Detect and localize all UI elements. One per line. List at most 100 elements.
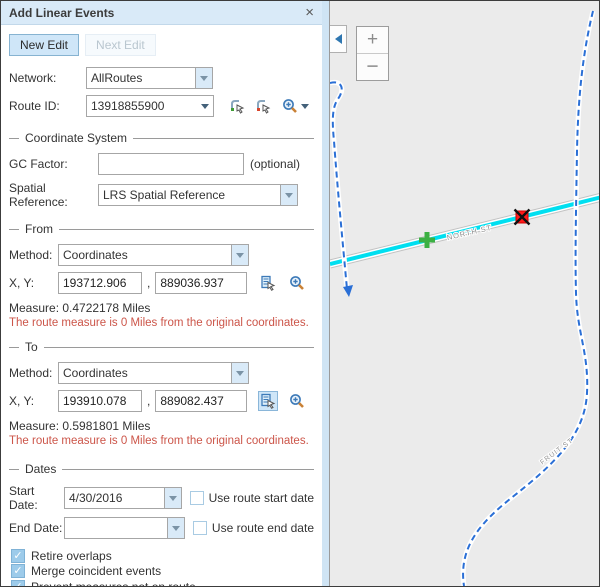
route-id-label: Route ID:: [9, 99, 86, 113]
to-method-select[interactable]: Coordinates: [58, 362, 249, 384]
to-y-input[interactable]: [155, 390, 247, 412]
end-date-dropdown-button[interactable]: [167, 518, 184, 538]
to-xy-label: X, Y:: [9, 394, 58, 408]
select-to-route-on-map-button[interactable]: [253, 96, 273, 116]
to-x-input[interactable]: [58, 390, 142, 412]
end-date-label: End Date:: [9, 521, 64, 535]
start-date-select[interactable]: 4/30/2016: [64, 487, 182, 509]
magnifier-plus-icon: [289, 275, 305, 291]
chevron-left-icon: [335, 34, 342, 44]
new-edit-button[interactable]: New Edit: [9, 34, 79, 56]
zoom-in-button[interactable]: +: [357, 27, 388, 53]
network-select[interactable]: AllRoutes: [86, 67, 213, 89]
option-merge-coincident: ✓ Merge coincident events: [9, 564, 314, 580]
to-pick-coordinates-button[interactable]: [258, 391, 278, 411]
coordinate-picker-icon: [260, 275, 276, 291]
use-route-start-date-label: Use route start date: [209, 491, 314, 505]
chevron-down-icon: [236, 371, 244, 376]
chevron-down-icon: [172, 526, 180, 531]
coordinate-picker-icon: [260, 393, 276, 409]
from-method-label: Method:: [9, 248, 58, 262]
app-window: Add Linear Events × New Edit Next Edit N…: [0, 0, 600, 587]
network-dropdown-button[interactable]: [195, 68, 212, 88]
section-title: Dates: [25, 462, 56, 476]
panel-title: Add Linear Events: [9, 6, 114, 20]
from-method-value: Coordinates: [59, 245, 231, 265]
panel-body: New Edit Next Edit Network: AllRoutes Ro…: [1, 25, 322, 586]
close-icon[interactable]: ×: [305, 5, 314, 20]
panel-titlebar: Add Linear Events ×: [1, 1, 322, 25]
stream-arrow-icon: [343, 285, 353, 297]
zoom-options-dropdown[interactable]: [301, 104, 309, 109]
route-cursor-green-icon: [229, 98, 245, 114]
from-y-input[interactable]: [155, 272, 247, 294]
route-id-row: Route ID: 13918855900: [9, 95, 314, 117]
add-linear-events-panel: Add Linear Events × New Edit Next Edit N…: [1, 1, 329, 586]
to-method-row: Method: Coordinates: [9, 362, 314, 384]
stream-street-label: FRUIT ST: [539, 437, 575, 466]
option-prevent-measures: ✓ Prevent measures not on route: [9, 579, 314, 586]
prevent-measures-checkbox[interactable]: ✓: [11, 580, 25, 586]
spatial-reference-dropdown-button[interactable]: [280, 185, 297, 205]
end-date-value: [65, 518, 167, 538]
start-date-row: Start Date: 4/30/2016 Use route start da…: [9, 484, 314, 512]
to-method-dropdown-button[interactable]: [231, 363, 248, 383]
stream-right: [463, 11, 593, 586]
chevron-down-icon: [201, 104, 209, 109]
xy-separator: ,: [147, 276, 150, 290]
from-method-select[interactable]: Coordinates: [58, 244, 249, 266]
gc-factor-input[interactable]: [98, 153, 244, 175]
retire-overlaps-checkbox[interactable]: ✓: [11, 549, 25, 563]
spatial-reference-label: Spatial Reference:: [9, 181, 98, 209]
route-id-value: 13918855900: [87, 96, 197, 116]
next-edit-button: Next Edit: [85, 34, 156, 56]
spatial-reference-row: Spatial Reference: LRS Spatial Reference: [9, 181, 314, 209]
use-route-end-date-checkbox[interactable]: [193, 521, 207, 535]
start-date-dropdown-button[interactable]: [164, 488, 181, 508]
from-x-input[interactable]: [58, 272, 142, 294]
map-view[interactable]: NORTH ST FRUIT ST + −: [329, 1, 600, 586]
route-id-combobox[interactable]: 13918855900: [86, 95, 214, 117]
section-title: Coordinate System: [25, 131, 127, 145]
option-label: Merge coincident events: [31, 564, 161, 578]
from-method-dropdown-button[interactable]: [231, 245, 248, 265]
options-list: ✓ Retire overlaps ✓ Merge coincident eve…: [9, 548, 314, 586]
map-zoom-control: + −: [356, 26, 389, 81]
merge-coincident-events-checkbox[interactable]: ✓: [11, 564, 25, 578]
to-marker-icon: [515, 210, 530, 225]
start-date-label: Start Date:: [9, 484, 64, 512]
to-method-value: Coordinates: [59, 363, 231, 383]
spatial-reference-value: LRS Spatial Reference: [99, 185, 280, 205]
zoom-to-route-button[interactable]: [281, 96, 298, 116]
to-method-label: Method:: [9, 366, 58, 380]
chevron-down-icon: [200, 76, 208, 81]
gc-factor-label: GC Factor:: [9, 157, 98, 171]
to-warning-text: The route measure is 0 Miles from the or…: [9, 435, 314, 449]
zoom-out-button[interactable]: −: [357, 53, 388, 80]
from-zoom-button[interactable]: [288, 273, 305, 293]
from-pick-coordinates-button[interactable]: [258, 273, 278, 293]
end-date-select[interactable]: [64, 517, 185, 539]
from-warning-text: The route measure is 0 Miles from the or…: [9, 317, 314, 331]
xy-separator: ,: [147, 394, 150, 408]
section-coordinate-system: Coordinate System: [9, 131, 314, 145]
route-cursor-red-icon: [255, 98, 271, 114]
chevron-down-icon: [236, 253, 244, 258]
route-id-dropdown-button[interactable]: [197, 96, 213, 116]
magnifier-plus-icon: [289, 393, 305, 409]
select-from-route-on-map-button[interactable]: [227, 96, 247, 116]
from-xy-label: X, Y:: [9, 276, 58, 290]
spatial-reference-select[interactable]: LRS Spatial Reference: [98, 184, 298, 206]
magnifier-plus-icon: [282, 98, 298, 114]
to-xy-row: X, Y: ,: [9, 390, 314, 412]
option-label: Prevent measures not on route: [31, 580, 196, 586]
from-xy-row: X, Y: ,: [9, 272, 314, 294]
to-zoom-button[interactable]: [288, 391, 305, 411]
collapse-panel-button[interactable]: [330, 25, 347, 53]
section-title: From: [25, 222, 53, 236]
from-measure-text: Measure: 0.4722178 Miles: [9, 301, 314, 315]
section-dates: Dates: [9, 462, 314, 476]
start-date-value: 4/30/2016: [65, 488, 164, 508]
use-route-start-date-checkbox[interactable]: [190, 491, 204, 505]
option-retire-overlaps: ✓ Retire overlaps: [9, 548, 314, 564]
